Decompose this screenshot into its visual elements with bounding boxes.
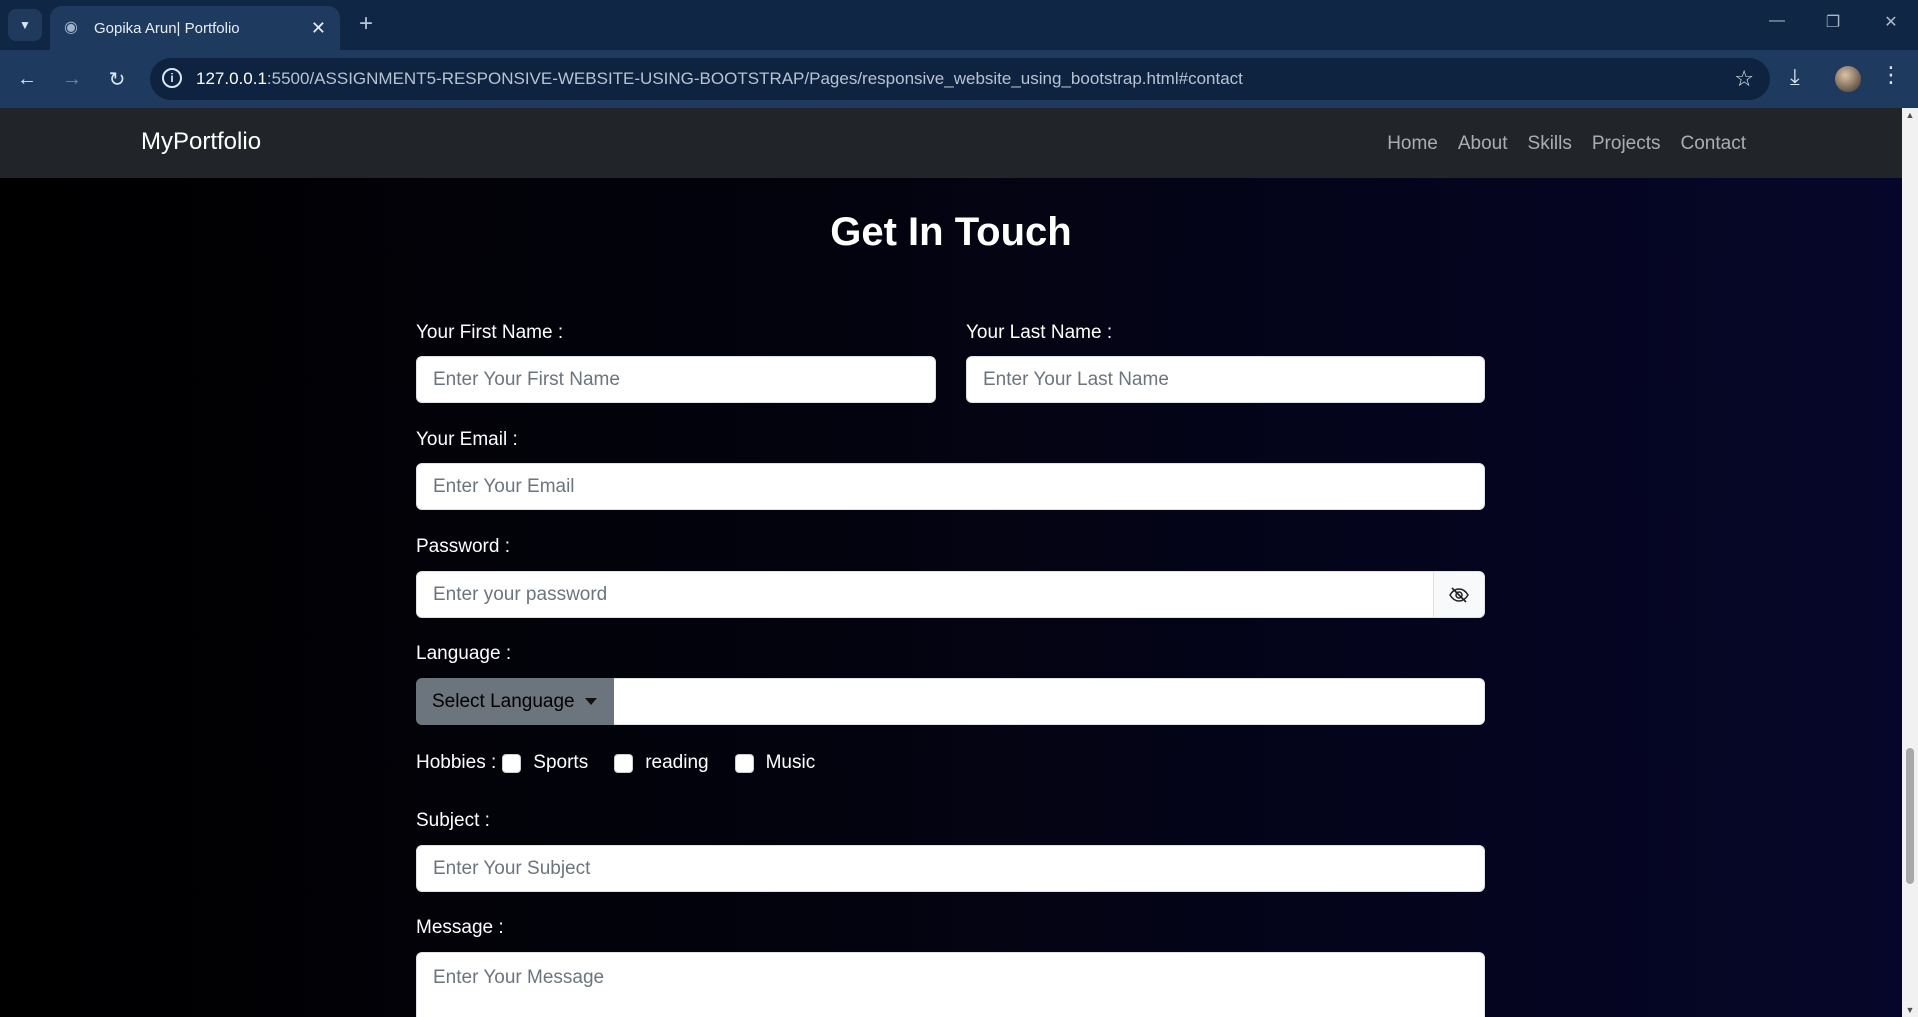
nav-link-skills[interactable]: Skills [1528,133,1572,155]
browser-tab[interactable]: ◉ Gopika Arun| Portfolio ✕ [50,6,340,50]
contact-heading: Get In Touch [830,210,1072,254]
scroll-up-arrow-icon[interactable]: ▲ [1905,110,1915,120]
nav-links: Home About Skills Projects Contact [1387,133,1746,155]
scrollbar-thumb[interactable] [1906,748,1914,884]
language-input[interactable] [614,678,1485,725]
language-label: Language : [416,643,512,664]
url-host: 127.0.0.1 [196,69,267,88]
caret-down-icon [584,698,597,705]
close-icon[interactable]: ✕ [311,18,326,39]
profile-avatar[interactable] [1835,66,1861,92]
new-tab-button[interactable]: + [352,10,380,38]
more-menu-icon[interactable]: ⋮ [1880,62,1902,88]
hobbies-row: Hobbies : Sports reading Music [416,748,815,778]
page-scrollbar[interactable]: ▲ ▼ [1902,108,1918,1017]
site-info-icon[interactable]: i [162,68,182,88]
subject-input[interactable]: Enter Your Subject [416,845,1485,892]
eye-slash-icon [1449,586,1469,603]
subject-label: Subject : [416,810,490,831]
page-viewport: MyPortfolio Home About Skills Projects C… [0,108,1902,1017]
bookmark-star-icon[interactable]: ☆ [1734,66,1754,92]
nav-link-about[interactable]: About [1458,133,1508,155]
reload-button[interactable]: ↻ [102,64,132,94]
hobby-label-sports: Sports [533,752,589,773]
first-name-label: Your First Name : [416,322,564,343]
hobbies-label: Hobbies : [416,752,497,773]
url-text: 127.0.0.1:5500/ASSIGNMENT5-RESPONSIVE-WE… [196,69,1243,89]
tab-title: Gopika Arun| Portfolio [94,19,240,37]
language-group: Select Language [416,678,1485,725]
nav-link-contact[interactable]: Contact [1681,133,1746,155]
hobby-checkbox-sports[interactable] [502,753,522,773]
tab-search-button[interactable]: ▼ [8,9,42,41]
first-name-input[interactable]: Enter Your First Name [416,356,936,403]
language-button-label: Select Language [432,690,575,712]
browser-title-bar: ▼ ◉ Gopika Arun| Portfolio ✕ + — ❐ ✕ [0,0,1918,50]
site-navbar: MyPortfolio Home About Skills Projects C… [0,108,1902,178]
password-toggle-button[interactable] [1433,571,1485,618]
nav-link-projects[interactable]: Projects [1592,133,1661,155]
forward-button[interactable]: → [57,64,87,94]
hobby-checkbox-music[interactable] [734,753,754,773]
restore-button[interactable]: ❐ [1818,12,1848,32]
hobby-checkbox-reading[interactable] [614,753,634,773]
arrow-left-icon: ← [17,67,37,90]
password-group: Enter your password [416,571,1485,618]
arrow-right-icon: → [62,67,82,90]
hobby-label-music: Music [765,752,816,773]
last-name-label: Your Last Name : [966,322,1113,343]
message-textarea[interactable]: Enter Your Message [416,952,1485,1017]
hobby-label-reading: reading [645,752,709,773]
navbar-brand[interactable]: MyPortfolio [141,128,261,156]
chevron-down-icon: ▼ [19,18,31,32]
message-label: Message : [416,917,504,938]
email-label: Your Email : [416,429,518,450]
nav-link-home[interactable]: Home [1387,133,1438,155]
address-bar[interactable]: i 127.0.0.1:5500/ASSIGNMENT5-RESPONSIVE-… [150,58,1770,100]
minimize-button[interactable]: — [1762,12,1792,30]
globe-icon: ◉ [64,19,78,36]
plus-icon: + [358,10,373,37]
window-close-button[interactable]: ✕ [1876,12,1906,32]
back-button[interactable]: ← [12,64,42,94]
url-path: :5500/ASSIGNMENT5-RESPONSIVE-WEBSITE-USI… [266,69,1243,88]
last-name-input[interactable]: Enter Your Last Name [966,356,1485,403]
scroll-down-arrow-icon[interactable]: ▼ [1905,1005,1915,1015]
password-label: Password : [416,536,510,557]
browser-toolbar: ← → ↻ i 127.0.0.1:5500/ASSIGNMENT5-RESPO… [0,50,1918,108]
language-dropdown-button[interactable]: Select Language [416,678,614,725]
password-input[interactable]: Enter your password [416,571,1434,618]
reload-icon: ↻ [108,68,126,91]
download-icon[interactable]: ⤓ [1790,64,1800,90]
email-input[interactable]: Enter Your Email [416,463,1485,510]
